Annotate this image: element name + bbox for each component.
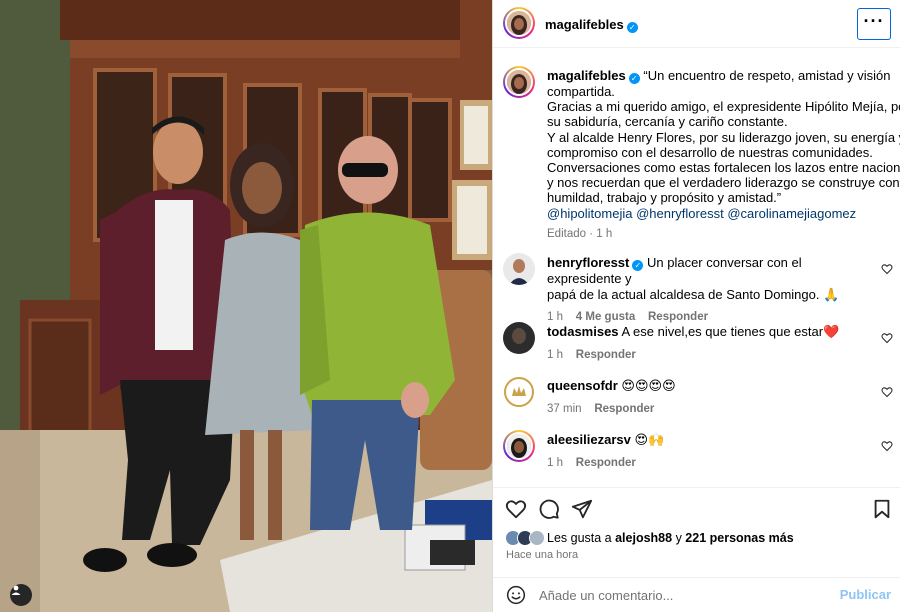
reply-button[interactable]: Responder bbox=[648, 311, 708, 323]
comment-username[interactable]: todasmises bbox=[547, 324, 619, 339]
caption-line: compromiso con el desarrollo de nuestras… bbox=[547, 144, 873, 160]
caption-line: “Un encuentro de respeto, amistad y visi… bbox=[643, 68, 891, 83]
reply-button[interactable]: Responder bbox=[594, 403, 654, 415]
author-username[interactable]: magalifebles bbox=[545, 17, 624, 32]
add-comment-bar: Publicar bbox=[493, 577, 900, 612]
like-comment-heart-icon[interactable] bbox=[881, 332, 893, 344]
caption-line: Y al alcalde Henry Flores, por su lidera… bbox=[547, 129, 900, 145]
reply-button[interactable]: Responder bbox=[576, 457, 636, 469]
comment-time: 1 h bbox=[547, 311, 563, 323]
comment-likes[interactable]: 4 Me gusta bbox=[576, 311, 635, 323]
verified-badge-icon: ✓ bbox=[628, 73, 640, 84]
comment-item: todasmises A ese nivel,es que tienes que… bbox=[547, 324, 867, 363]
commenter-avatar[interactable] bbox=[503, 322, 535, 354]
verified-badge-icon: ✓ bbox=[626, 22, 638, 33]
share-send-icon[interactable] bbox=[571, 498, 593, 520]
post-header: magalifebles ✓ ··· bbox=[493, 0, 900, 48]
reply-button[interactable]: Responder bbox=[576, 349, 636, 361]
like-comment-heart-icon[interactable] bbox=[881, 440, 893, 452]
mention-link[interactable]: @hipolitomejia bbox=[547, 206, 632, 221]
post-photo[interactable] bbox=[0, 0, 492, 612]
caption-mentions: @hipolitomejia @henryfloresst @carolinam… bbox=[547, 206, 891, 221]
comment-time: 37 min bbox=[547, 402, 582, 415]
mention-link[interactable]: @henryfloresst bbox=[636, 206, 724, 221]
caption-line: su sabiduría, cercanía y cariño constant… bbox=[547, 114, 788, 130]
user-icon bbox=[11, 585, 21, 595]
caption-line: humildad, trabajo y propósito y amistad.… bbox=[547, 190, 782, 206]
post-side-panel: magalifebles ✓ ··· magalifebles ✓ “Un encu… bbox=[492, 0, 900, 612]
like-comment-heart-icon[interactable] bbox=[881, 386, 893, 398]
commenter-avatar[interactable] bbox=[503, 376, 535, 408]
likes-user[interactable]: alejosh88 bbox=[615, 531, 672, 545]
tag-people-button[interactable] bbox=[10, 584, 32, 606]
comment-bubble-icon[interactable] bbox=[538, 498, 560, 520]
comment-item: aleesiliezarsv 😍🙌 1 h Responder bbox=[547, 432, 867, 471]
caption-line: compartida. bbox=[547, 84, 615, 99]
likes-summary[interactable]: Les gusta a alejosh88 y 221 personas más bbox=[547, 531, 794, 545]
post-photo-image bbox=[0, 0, 492, 612]
likes-count[interactable]: 221 personas más bbox=[685, 531, 793, 545]
post-actions: Les gusta a alejosh88 y 221 personas más… bbox=[493, 487, 900, 577]
caption-meta: Editado · 1 h bbox=[547, 227, 613, 240]
verified-badge-icon: ✓ bbox=[632, 260, 644, 271]
caption-line: Conversaciones como estas fortalecen los… bbox=[547, 160, 900, 176]
save-bookmark-icon[interactable] bbox=[871, 498, 893, 520]
like-heart-icon[interactable] bbox=[505, 498, 527, 520]
comment-text: papá de la actual alcaldesa de Santo Dom… bbox=[547, 286, 840, 302]
comment-item: henryfloresst ✓ Un placer conversar con e… bbox=[547, 255, 867, 326]
likes-prefix: Les gusta a bbox=[547, 531, 616, 545]
comment-username[interactable]: aleesiliezarsv bbox=[547, 432, 631, 447]
comment-input[interactable] bbox=[539, 586, 829, 604]
comment-text: 😍😍😍😍 bbox=[621, 378, 676, 393]
comment-username[interactable]: henryfloresst bbox=[547, 255, 629, 270]
like-comment-heart-icon[interactable] bbox=[881, 263, 893, 275]
caption-author-username[interactable]: magalifebles bbox=[547, 68, 626, 83]
emoji-icon[interactable] bbox=[506, 585, 526, 605]
comment-meta: 1 h Responder bbox=[547, 456, 867, 472]
publish-button[interactable]: Publicar bbox=[840, 587, 891, 602]
likes-mid: y bbox=[672, 531, 686, 545]
comment-time: 1 h bbox=[547, 348, 563, 361]
comment-text: 😍🙌 bbox=[634, 432, 665, 447]
post-caption: magalifebles ✓ “Un encuentro de respeto, … bbox=[547, 68, 900, 242]
commenter-avatar[interactable] bbox=[503, 430, 535, 462]
commenter-avatar[interactable] bbox=[503, 253, 535, 285]
more-horizontal-icon: ··· bbox=[863, 11, 885, 31]
caption-author-avatar[interactable] bbox=[503, 66, 535, 98]
comment-meta: 37 min Responder bbox=[547, 402, 867, 418]
caption-line: y nos recuerdan que el verdadero lideraz… bbox=[547, 175, 900, 191]
author-name-row: magalifebles ✓ bbox=[545, 16, 638, 34]
mention-link[interactable]: @carolinamejiagomez bbox=[727, 206, 856, 221]
comment-text: A ese nivel,es que tienes que estar❤️ bbox=[621, 324, 840, 339]
more-options-button[interactable]: ··· bbox=[857, 8, 891, 40]
author-avatar[interactable] bbox=[503, 7, 535, 39]
caption-line: Gracias a mi querido amigo, el expreside… bbox=[547, 99, 900, 115]
liker-avatar bbox=[529, 530, 545, 546]
post-timestamp: Hace una hora bbox=[506, 549, 579, 561]
comment-item: queensofdr 😍😍😍😍 37 min Responder bbox=[547, 378, 867, 417]
comment-time: 1 h bbox=[547, 456, 563, 469]
comment-username[interactable]: queensofdr bbox=[547, 378, 618, 393]
comment-meta: 1 h Responder bbox=[547, 348, 867, 364]
comments-list[interactable]: magalifebles ✓ “Un encuentro de respeto, … bbox=[493, 49, 900, 487]
